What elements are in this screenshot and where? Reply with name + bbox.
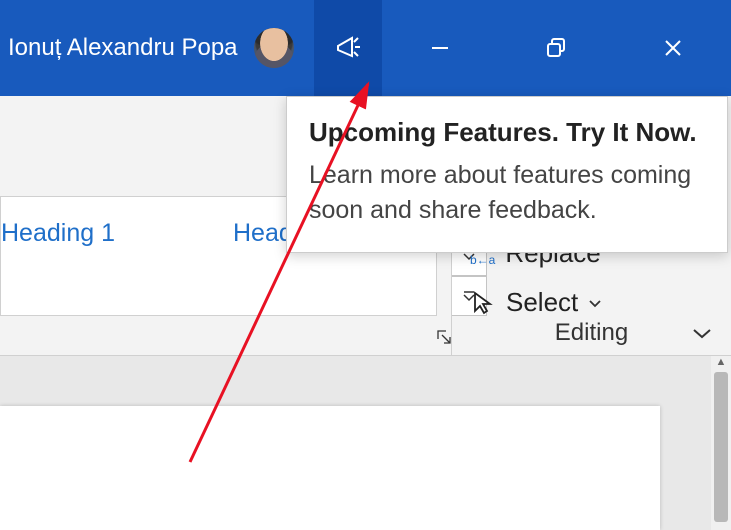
chevron-down-icon	[588, 298, 602, 308]
minimize-icon	[429, 37, 451, 59]
cursor-icon	[470, 290, 496, 316]
ribbon-collapse-button[interactable]	[691, 326, 713, 345]
title-bar: Ionuț Alexandru Popa	[0, 0, 731, 96]
avatar[interactable]	[254, 28, 294, 68]
restore-icon	[545, 37, 567, 59]
close-icon	[662, 37, 684, 59]
select-label: Select	[506, 287, 578, 318]
select-button[interactable]: Select	[470, 283, 713, 322]
document-area	[0, 356, 731, 530]
vertical-scrollbar[interactable]	[711, 356, 731, 530]
scroll-thumb[interactable]	[714, 372, 728, 522]
megaphone-icon	[332, 32, 364, 64]
feature-tooltip: Upcoming Features. Try It Now. Learn mor…	[286, 96, 728, 253]
editing-group-label: Editing	[452, 319, 731, 347]
restore-button[interactable]	[521, 0, 591, 96]
close-button[interactable]	[638, 0, 708, 96]
window-controls	[382, 0, 731, 96]
chevron-down-icon	[691, 326, 713, 340]
style-heading-1[interactable]: Heading 1	[1, 219, 115, 248]
document-page[interactable]	[0, 406, 660, 530]
tooltip-body: Learn more about features coming soon an…	[309, 158, 705, 228]
upcoming-features-button[interactable]	[314, 0, 382, 96]
account-name[interactable]: Ionuț Alexandru Popa	[8, 34, 238, 62]
minimize-button[interactable]	[405, 0, 475, 96]
tooltip-title: Upcoming Features. Try It Now.	[309, 117, 705, 148]
